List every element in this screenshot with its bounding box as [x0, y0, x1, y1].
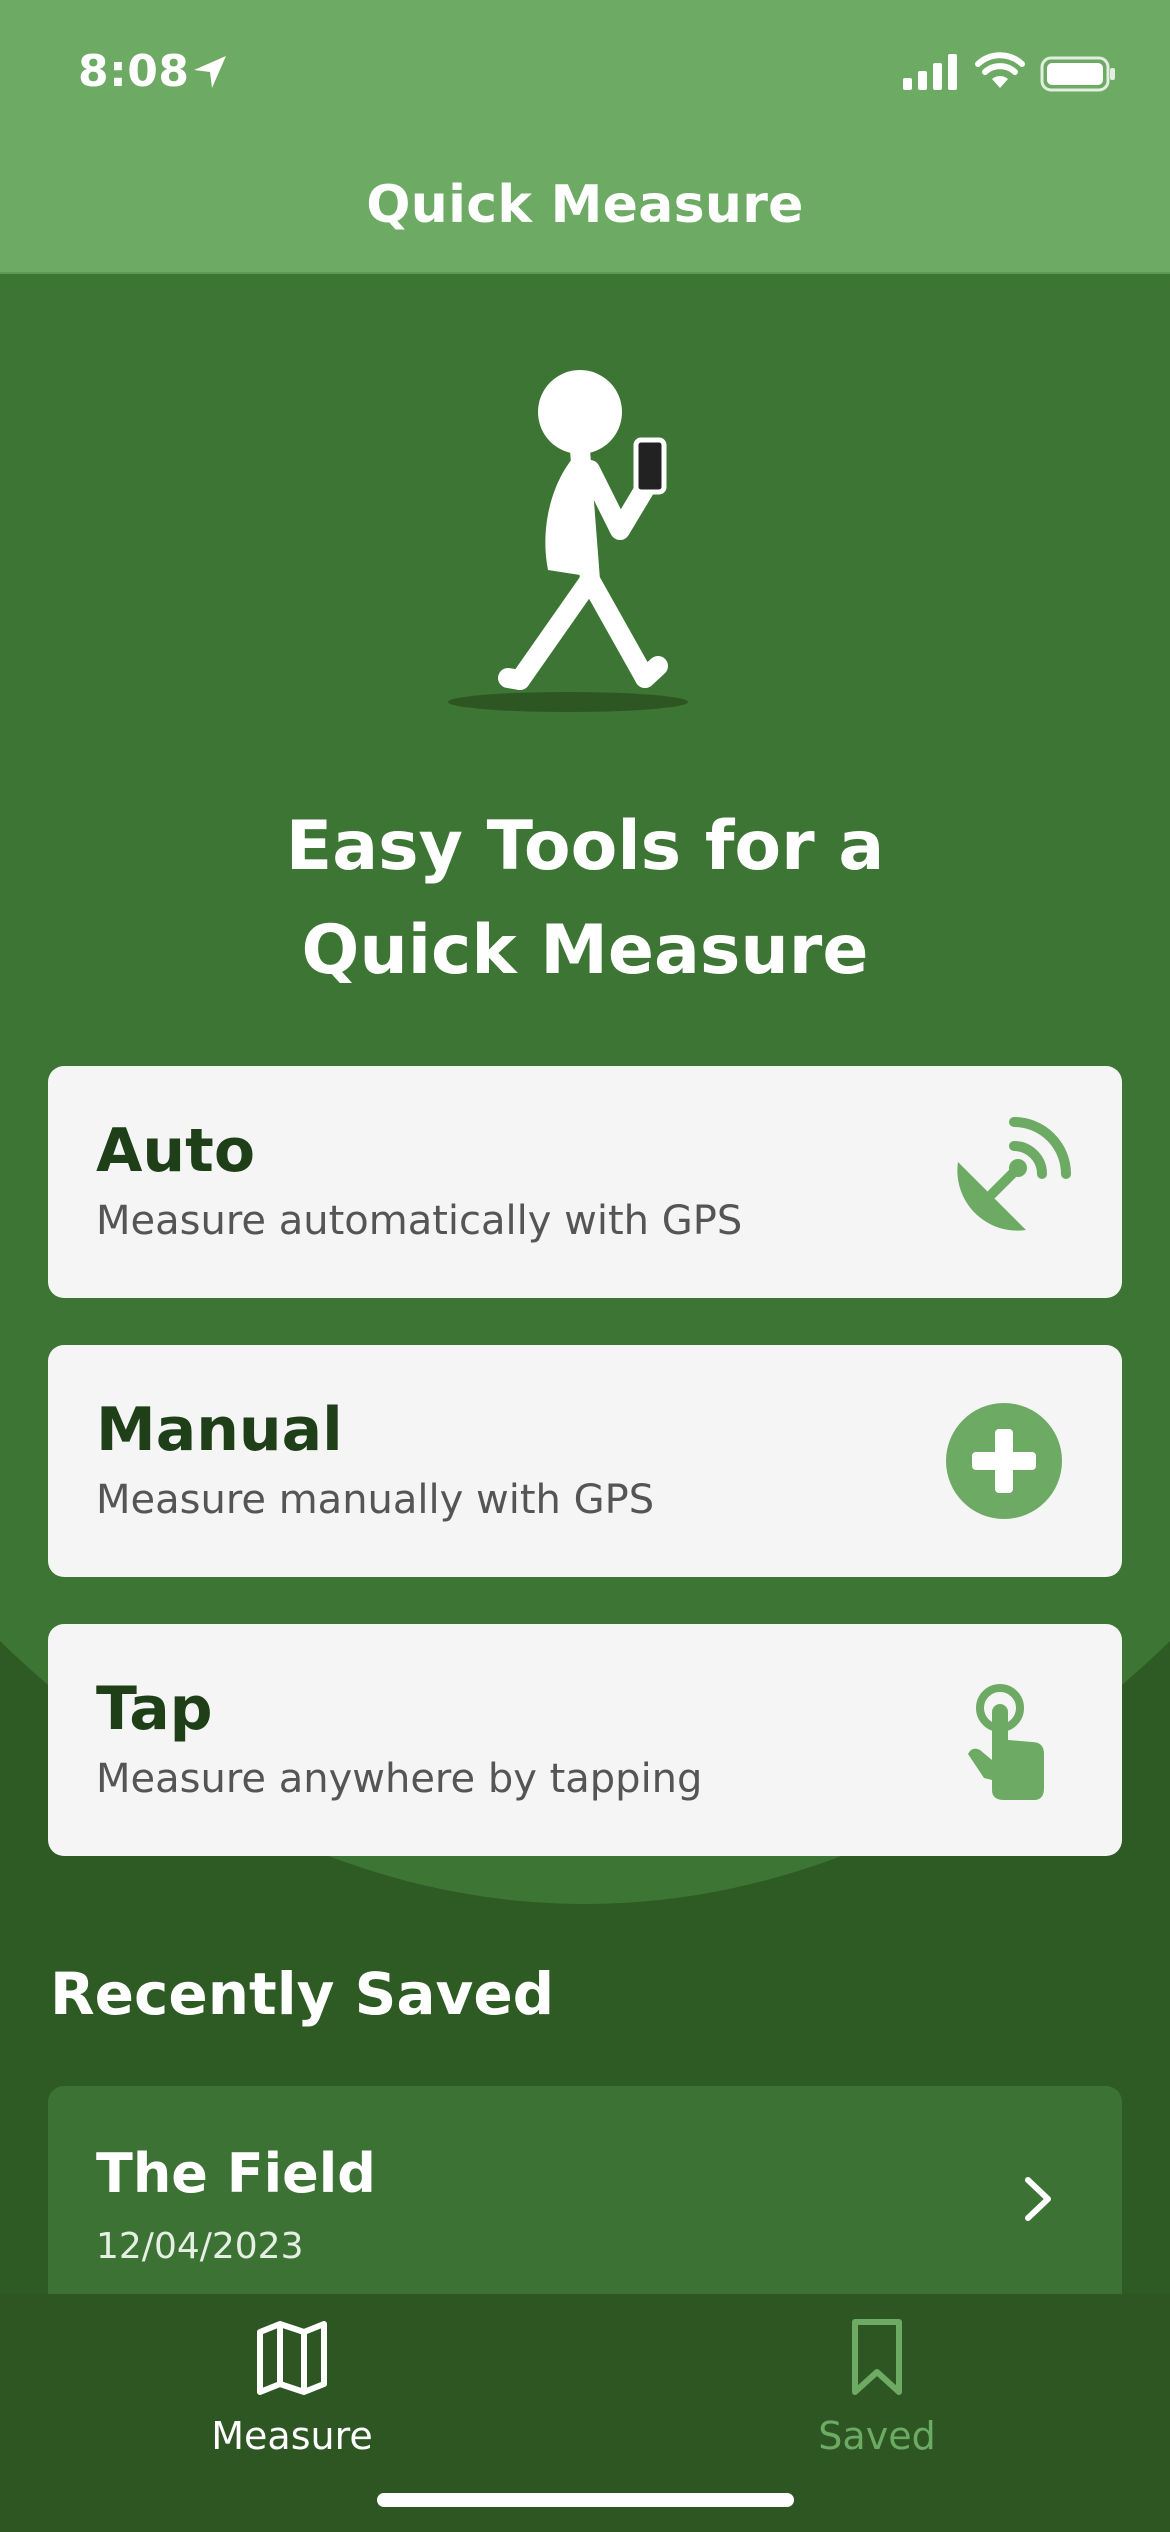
- location-arrow-icon: [194, 56, 226, 88]
- card-subtitle: Measure manually with GPS: [96, 1477, 655, 1523]
- auto-mode-card[interactable]: Auto Measure automatically with GPS: [48, 1066, 1122, 1298]
- tab-label: Saved: [818, 2414, 936, 2458]
- status-bar: 8:08: [0, 0, 1170, 150]
- tap-mode-card[interactable]: Tap Measure anywhere by tapping: [48, 1624, 1122, 1856]
- bookmark-icon: [852, 2319, 902, 2395]
- plus-circle-icon: [946, 1403, 1062, 1519]
- manual-mode-card[interactable]: Manual Measure manually with GPS: [48, 1345, 1122, 1577]
- wifi-icon: [975, 52, 1025, 88]
- tab-measure[interactable]: Measure: [142, 2304, 442, 2458]
- satellite-dish-icon: [957, 1117, 1071, 1231]
- walking-person-illustration: [448, 370, 688, 712]
- tab-saved[interactable]: Saved: [727, 2304, 1027, 2458]
- card-subtitle: Measure anywhere by tapping: [96, 1756, 703, 1802]
- cellular-signal-icon: [903, 54, 957, 90]
- tab-label: Measure: [211, 2414, 373, 2458]
- top-header: 8:08 Quick Measure: [0, 0, 1170, 274]
- card-title: Auto: [96, 1116, 256, 1186]
- tap-hand-icon: [968, 1684, 1044, 1800]
- hero-title: Easy Tools for a Quick Measure: [0, 795, 1170, 1003]
- saved-item-date: 12/04/2023: [96, 2226, 304, 2267]
- battery-icon: [1040, 56, 1115, 92]
- recently-saved-heading: Recently Saved: [50, 1960, 555, 2028]
- hero-title-line2: Quick Measure: [301, 911, 869, 990]
- page-title: Quick Measure: [366, 175, 804, 235]
- card-title: Tap: [96, 1674, 213, 1744]
- home-indicator: [377, 2493, 794, 2507]
- chevron-right-icon: [1025, 2177, 1051, 2221]
- card-title: Manual: [96, 1395, 343, 1465]
- saved-item-name: The Field: [96, 2142, 376, 2205]
- hero-title-line1: Easy Tools for a: [285, 807, 885, 886]
- status-time: 8:08: [78, 46, 190, 97]
- map-icon: [257, 2321, 327, 2395]
- card-subtitle: Measure automatically with GPS: [96, 1198, 743, 1244]
